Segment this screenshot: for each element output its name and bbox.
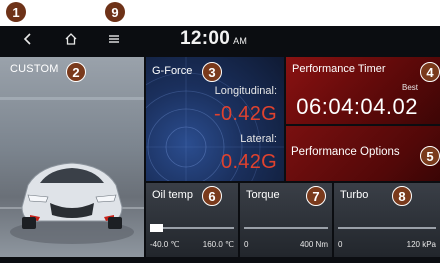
car-image: [0, 97, 144, 244]
clock-time: 12:00: [180, 28, 231, 49]
menu-button[interactable]: [104, 29, 124, 49]
callout-9: 9: [105, 2, 125, 22]
clock: 12:00 AM: [180, 28, 247, 50]
status-bar: 12:00 AM: [0, 26, 440, 53]
callout-5: 5: [420, 146, 440, 166]
oil-temp-title: Oil temp: [152, 189, 193, 201]
performance-options-button[interactable]: Performance Options: [286, 126, 440, 181]
torque-min: 0: [244, 240, 249, 249]
turbo-max: 120 kPa: [406, 240, 436, 249]
longitudinal-value: -0.42G: [214, 103, 277, 125]
oil-temp-gauge[interactable]: Oil temp -40.0 ℃ 160.0 ℃: [146, 183, 238, 257]
callout-2: 2: [66, 62, 86, 82]
oil-temp-bar-fill: [150, 224, 163, 232]
custom-panel[interactable]: CUSTOM: [0, 57, 144, 257]
performance-options-label: Performance Options: [291, 146, 400, 158]
home-button[interactable]: [60, 29, 82, 49]
torque-bar: [244, 227, 328, 229]
home-icon: [65, 33, 77, 45]
turbo-min: 0: [338, 240, 343, 249]
lateral-label: Lateral:: [240, 133, 277, 145]
clock-ampm: AM: [233, 36, 248, 46]
callout-3: 3: [202, 62, 222, 82]
infotainment-screen: 12:00 AM CUSTOM G-Force Longitudinal: -0…: [0, 26, 440, 263]
oil-temp-min: -40.0 ℃: [150, 240, 180, 249]
callout-6: 6: [202, 186, 222, 206]
performance-timer-panel[interactable]: Performance Timer Best 06:04:04.02: [286, 57, 440, 124]
best-time-value: 06:04:04.02: [296, 94, 418, 119]
performance-timer-title: Performance Timer: [292, 63, 386, 75]
callout-4: 4: [420, 62, 440, 82]
torque-max: 400 Nm: [299, 240, 328, 249]
best-label: Best: [401, 83, 418, 92]
oil-temp-bar: [150, 224, 234, 232]
torque-title: Torque: [246, 189, 280, 201]
callout-8: 8: [392, 186, 412, 206]
g-force-title: G-Force: [152, 65, 193, 77]
longitudinal-label: Longitudinal:: [214, 85, 277, 97]
back-button[interactable]: [18, 29, 38, 49]
turbo-gauge[interactable]: Turbo 0 120 kPa: [334, 183, 440, 257]
menu-icon: [109, 35, 119, 43]
oil-temp-max: 160.0 ℃: [202, 240, 234, 249]
turbo-title: Turbo: [340, 189, 369, 201]
callout-7: 7: [306, 186, 326, 206]
callout-1: 1: [6, 2, 26, 22]
lateral-value: 0.42G: [221, 151, 277, 173]
turbo-bar: [338, 227, 436, 229]
chevron-left-icon: [23, 33, 31, 45]
